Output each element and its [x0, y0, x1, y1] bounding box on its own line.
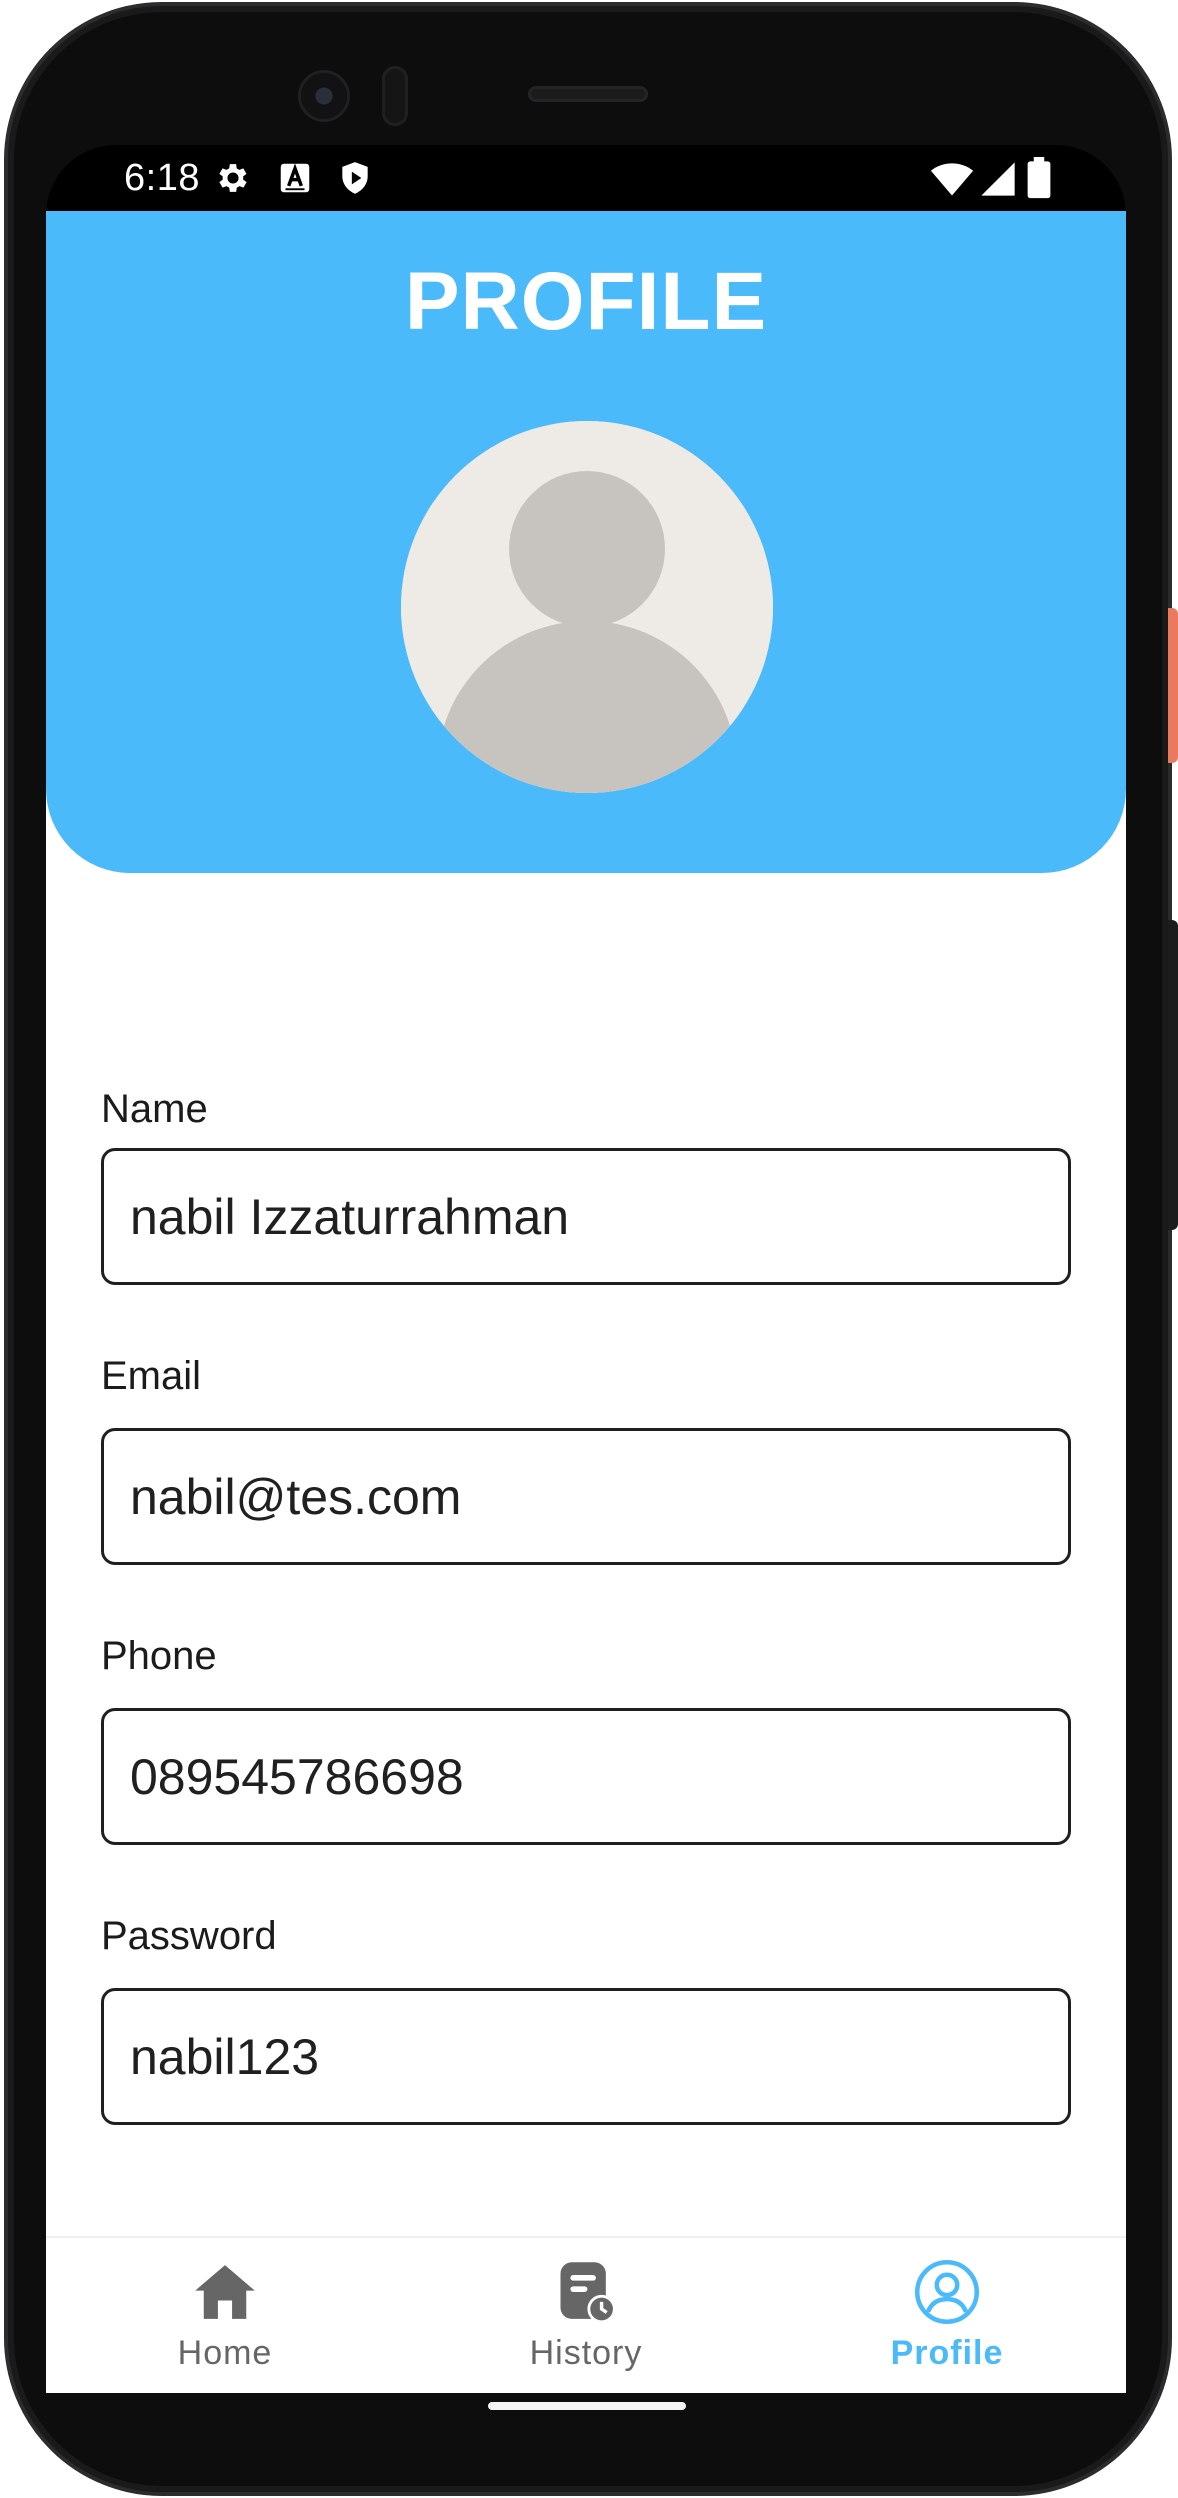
proximity-sensor: [382, 66, 408, 126]
power-button: [1168, 608, 1178, 763]
font-a-icon: [280, 163, 310, 193]
password-label: Password: [101, 1914, 277, 1958]
volume-button: [1168, 920, 1178, 1230]
email-label: Email: [101, 1354, 202, 1398]
nav-item-history[interactable]: History: [486, 2238, 686, 2393]
nav-item-home[interactable]: Home: [125, 2238, 325, 2393]
phone-field[interactable]: [101, 1708, 1071, 1845]
screen: 6:18 PROFILE Name nabil Izzaturrahman Em…: [46, 145, 1126, 2393]
cellular-signal-icon: [981, 162, 1015, 196]
phone-frame: 6:18 PROFILE Name nabil Izzaturrahman Em…: [0, 0, 1178, 2498]
avatar[interactable]: [401, 421, 773, 793]
nav-label-home: Home: [177, 2334, 273, 2372]
name-label: Name: [101, 1087, 208, 1131]
earpiece-speaker: [528, 86, 648, 102]
password-field[interactable]: [101, 1988, 1071, 2125]
default-avatar-icon: [401, 421, 773, 793]
status-time: 6:18: [124, 157, 200, 199]
name-field[interactable]: [101, 1148, 1071, 1285]
wifi-icon: [930, 163, 974, 196]
shield-play-icon: [342, 162, 368, 194]
page-title: PROFILE: [404, 256, 768, 347]
nav-item-profile[interactable]: Profile: [847, 2238, 1047, 2393]
gear-icon: [219, 164, 247, 192]
profile-screen: PROFILE Name Email Phone Password: [46, 211, 1126, 2393]
battery-icon: [1027, 157, 1051, 199]
history-icon: [560, 2262, 616, 2324]
profile-header: PROFILE: [46, 211, 1126, 873]
home-icon: [195, 2265, 255, 2319]
phone-label: Phone: [101, 1634, 217, 1678]
home-gesture-bar[interactable]: [488, 2402, 686, 2410]
bottom-navigation: Home History Profile: [46, 2236, 1126, 2393]
nav-label-profile: Profile: [890, 2334, 1004, 2372]
front-camera: [298, 70, 350, 122]
status-bar: 6:18: [46, 145, 1126, 211]
email-field[interactable]: [101, 1428, 1071, 1565]
profile-icon: [914, 2259, 980, 2325]
nav-label-history: History: [529, 2334, 643, 2372]
